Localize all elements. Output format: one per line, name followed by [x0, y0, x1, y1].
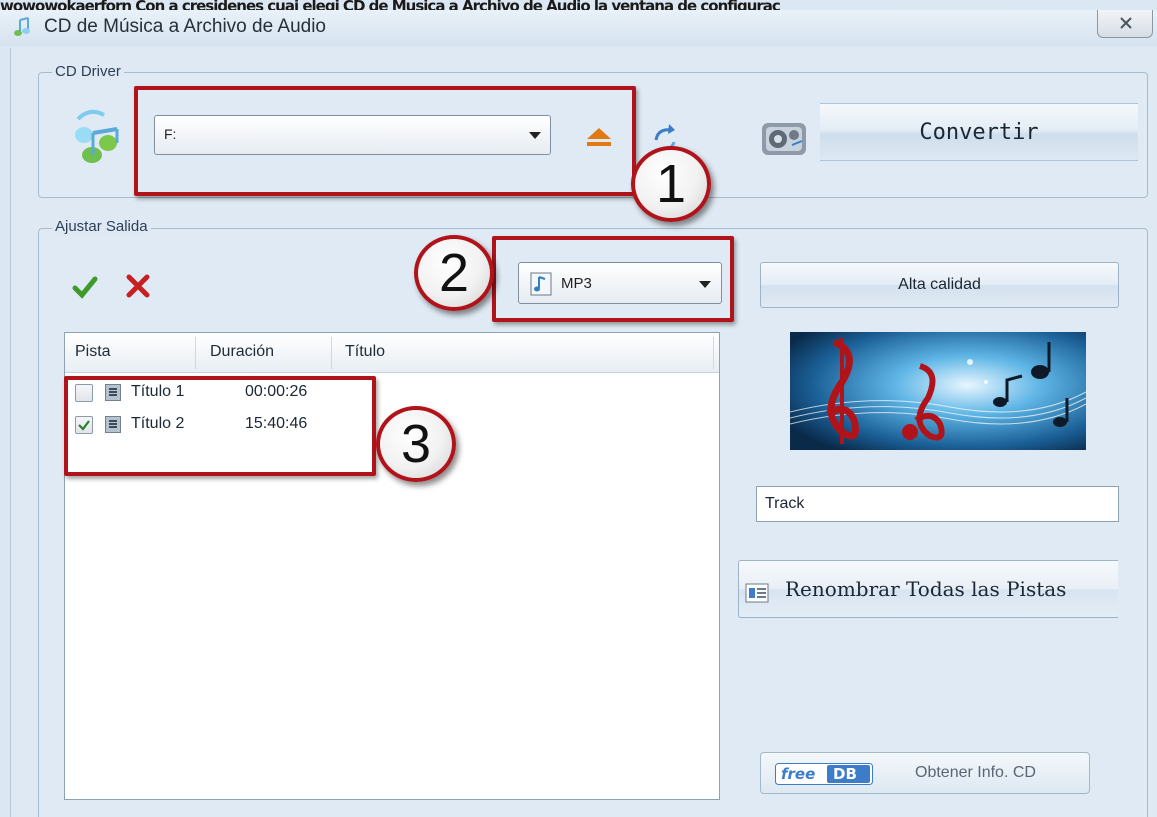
svg-text:DB: DB	[833, 765, 857, 783]
column-header-duration[interactable]: Duración	[210, 343, 274, 361]
column-header-track[interactable]: Pista	[75, 343, 111, 361]
close-icon	[1120, 17, 1132, 29]
output-settings-label: Ajustar Salida	[52, 218, 151, 235]
freedb-logo: free DB	[775, 763, 873, 785]
convert-button[interactable]: Convertir	[820, 103, 1138, 161]
x-icon[interactable]	[124, 272, 152, 300]
track-list-header: Pista Duración Título	[65, 333, 719, 373]
music-notes-icon	[75, 109, 119, 163]
check-icon[interactable]	[72, 274, 98, 300]
callout-badge-3: 3	[376, 406, 456, 482]
rename-all-button[interactable]: Renombrar Todas las Pistas	[738, 560, 1118, 618]
get-cd-info-button[interactable]: free DB Obtener Info. CD	[760, 752, 1090, 794]
close-button[interactable]	[1097, 10, 1153, 38]
column-header-title[interactable]: Título	[345, 343, 385, 361]
rename-all-label: Renombrar Todas las Pistas	[785, 577, 1067, 601]
document-icon	[745, 583, 769, 603]
get-cd-info-label: Obtener Info. CD	[915, 764, 1036, 781]
track-name-input[interactable]	[756, 486, 1119, 522]
callout-badge-2: 2	[414, 235, 494, 311]
callout-box-2	[492, 236, 734, 322]
callout-box-1	[134, 86, 636, 196]
title-bar: CD de Música a Archivo de Audio	[0, 10, 1157, 46]
window-title: CD de Música a Archivo de Audio	[44, 16, 326, 37]
callout-box-3	[64, 376, 376, 476]
cd-driver-label: CD Driver	[52, 63, 124, 80]
speaker-icon	[762, 123, 806, 155]
callout-badge-1: 1	[631, 146, 711, 222]
quality-button[interactable]: Alta calidad	[760, 262, 1119, 308]
music-notes-icon	[14, 17, 30, 36]
svg-text:free: free	[781, 765, 815, 783]
music-banner-image	[790, 332, 1086, 450]
